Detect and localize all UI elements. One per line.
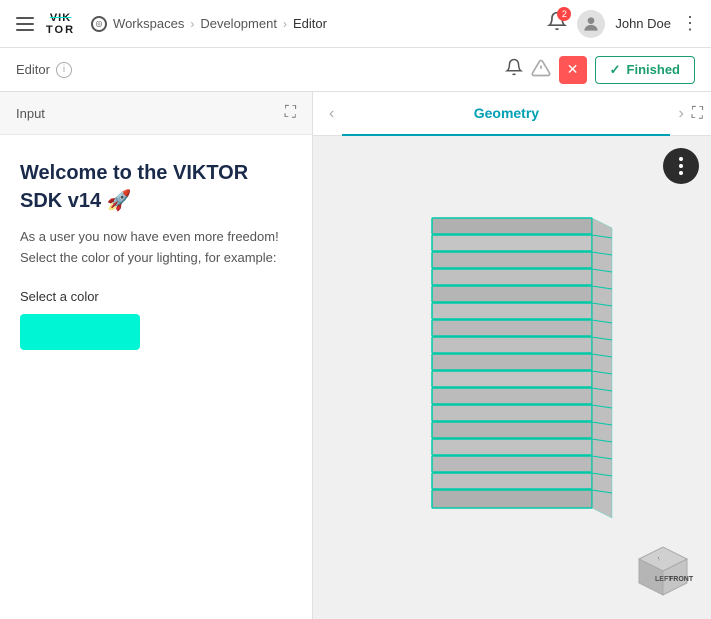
user-name: John Doe bbox=[615, 16, 671, 31]
svg-text:FRONT: FRONT bbox=[669, 576, 694, 583]
welcome-description: As a user you now have even more freedom… bbox=[20, 227, 292, 269]
topnav-more-button[interactable]: ⋮ bbox=[681, 13, 699, 34]
left-panel: Input ⛶ Welcome to the VIKTOR SDK v14 🚀 … bbox=[0, 92, 313, 619]
top-navigation: VIK TOR ◎ Workspaces › Development › Edi… bbox=[0, 0, 711, 48]
building-3d bbox=[402, 208, 622, 548]
geometry-tab[interactable]: Geometry bbox=[342, 92, 670, 136]
input-label: Input bbox=[16, 106, 45, 121]
dot-3 bbox=[679, 171, 683, 175]
avatar bbox=[577, 10, 605, 38]
finished-button[interactable]: ✓ Finished bbox=[595, 56, 695, 84]
dot-1 bbox=[679, 157, 683, 161]
tab-next-button[interactable]: › bbox=[670, 101, 691, 127]
close-button[interactable]: ✕ bbox=[559, 56, 587, 84]
logo-top: VIK bbox=[50, 12, 71, 24]
topnav-right: 2 John Doe ⋮ bbox=[547, 10, 699, 38]
bell-button[interactable] bbox=[505, 58, 523, 81]
logo-bottom: TOR bbox=[46, 24, 75, 36]
color-label: Select a color bbox=[20, 289, 292, 304]
more-options-button[interactable] bbox=[663, 148, 699, 184]
development-link[interactable]: Development bbox=[200, 16, 277, 31]
expand-icon[interactable]: ⛶ bbox=[285, 104, 296, 122]
workspaces-icon: ◎ bbox=[91, 16, 107, 32]
tab-prev-button[interactable]: ‹ bbox=[321, 101, 342, 127]
workspaces-link[interactable]: Workspaces bbox=[113, 16, 184, 31]
logo: VIK TOR bbox=[46, 12, 75, 36]
main-area: Input ⛶ Welcome to the VIKTOR SDK v14 🚀 … bbox=[0, 92, 711, 619]
notification-button[interactable]: 2 bbox=[547, 11, 567, 36]
orientation-cube[interactable]: LEFT FRONT ↑ bbox=[631, 539, 695, 603]
editor-bar-right: ✕ ✓ Finished bbox=[505, 56, 695, 84]
info-icon[interactable]: i bbox=[56, 62, 72, 78]
notification-badge: 2 bbox=[557, 7, 571, 21]
editor-link[interactable]: Editor bbox=[293, 16, 327, 31]
editor-text: Editor bbox=[16, 62, 50, 77]
left-panel-header: Input ⛶ bbox=[0, 92, 312, 135]
warning-button[interactable] bbox=[531, 58, 551, 81]
dot-2 bbox=[679, 164, 683, 168]
breadcrumb-chevron-2: › bbox=[283, 17, 287, 31]
editor-label-group: Editor i bbox=[16, 62, 72, 78]
color-swatch[interactable] bbox=[20, 314, 140, 350]
welcome-title: Welcome to the VIKTOR SDK v14 🚀 bbox=[20, 159, 292, 215]
tab-expand-button[interactable]: ⛶ bbox=[692, 105, 703, 123]
hamburger-menu[interactable] bbox=[12, 13, 38, 35]
right-panel: ‹ Geometry › ⛶ bbox=[313, 92, 711, 619]
breadcrumb: ◎ Workspaces › Development › Editor bbox=[91, 16, 327, 32]
geometry-canvas: LEFT FRONT ↑ bbox=[313, 136, 711, 619]
check-icon: ✓ bbox=[610, 62, 621, 78]
left-panel-content: Welcome to the VIKTOR SDK v14 🚀 As a use… bbox=[0, 135, 312, 619]
editor-bar: Editor i ✕ ✓ Finished bbox=[0, 48, 711, 92]
tabs-bar: ‹ Geometry › ⛶ bbox=[313, 92, 711, 136]
breadcrumb-chevron-1: › bbox=[190, 17, 194, 31]
